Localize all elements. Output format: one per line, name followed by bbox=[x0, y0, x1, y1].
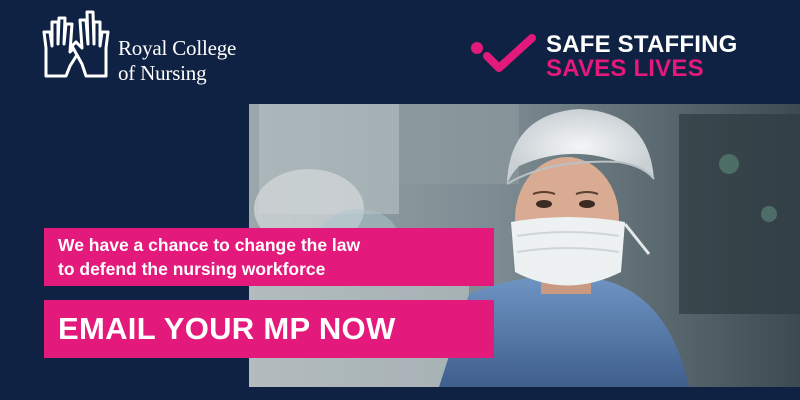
email-mp-button[interactable]: EMAIL YOUR MP NOW bbox=[44, 300, 494, 358]
message-box: We have a chance to change the law to de… bbox=[44, 228, 494, 286]
message-text: We have a chance to change the law to de… bbox=[58, 233, 360, 281]
email-mp-button-label: EMAIL YOUR MP NOW bbox=[58, 311, 396, 346]
dot-check-icon bbox=[471, 34, 536, 72]
rcn-logo[interactable]: Royal College of Nursing bbox=[42, 8, 242, 85]
campaign-banner: Royal College of Nursing SAFE STAFFING S… bbox=[0, 0, 800, 400]
message-line2: to defend the nursing workforce bbox=[58, 259, 326, 279]
brand-name-line2: of Nursing bbox=[118, 61, 207, 85]
brand-name-line1: Royal College bbox=[118, 36, 237, 60]
rcn-hands-icon bbox=[42, 10, 110, 78]
campaign-title-line2: SAVES LIVES bbox=[546, 55, 704, 82]
message-line1: We have a chance to change the law bbox=[58, 235, 361, 255]
campaign-title: SAFE STAFFING SAVES LIVES bbox=[470, 32, 770, 82]
brand-name: Royal College of Nursing bbox=[118, 36, 236, 86]
